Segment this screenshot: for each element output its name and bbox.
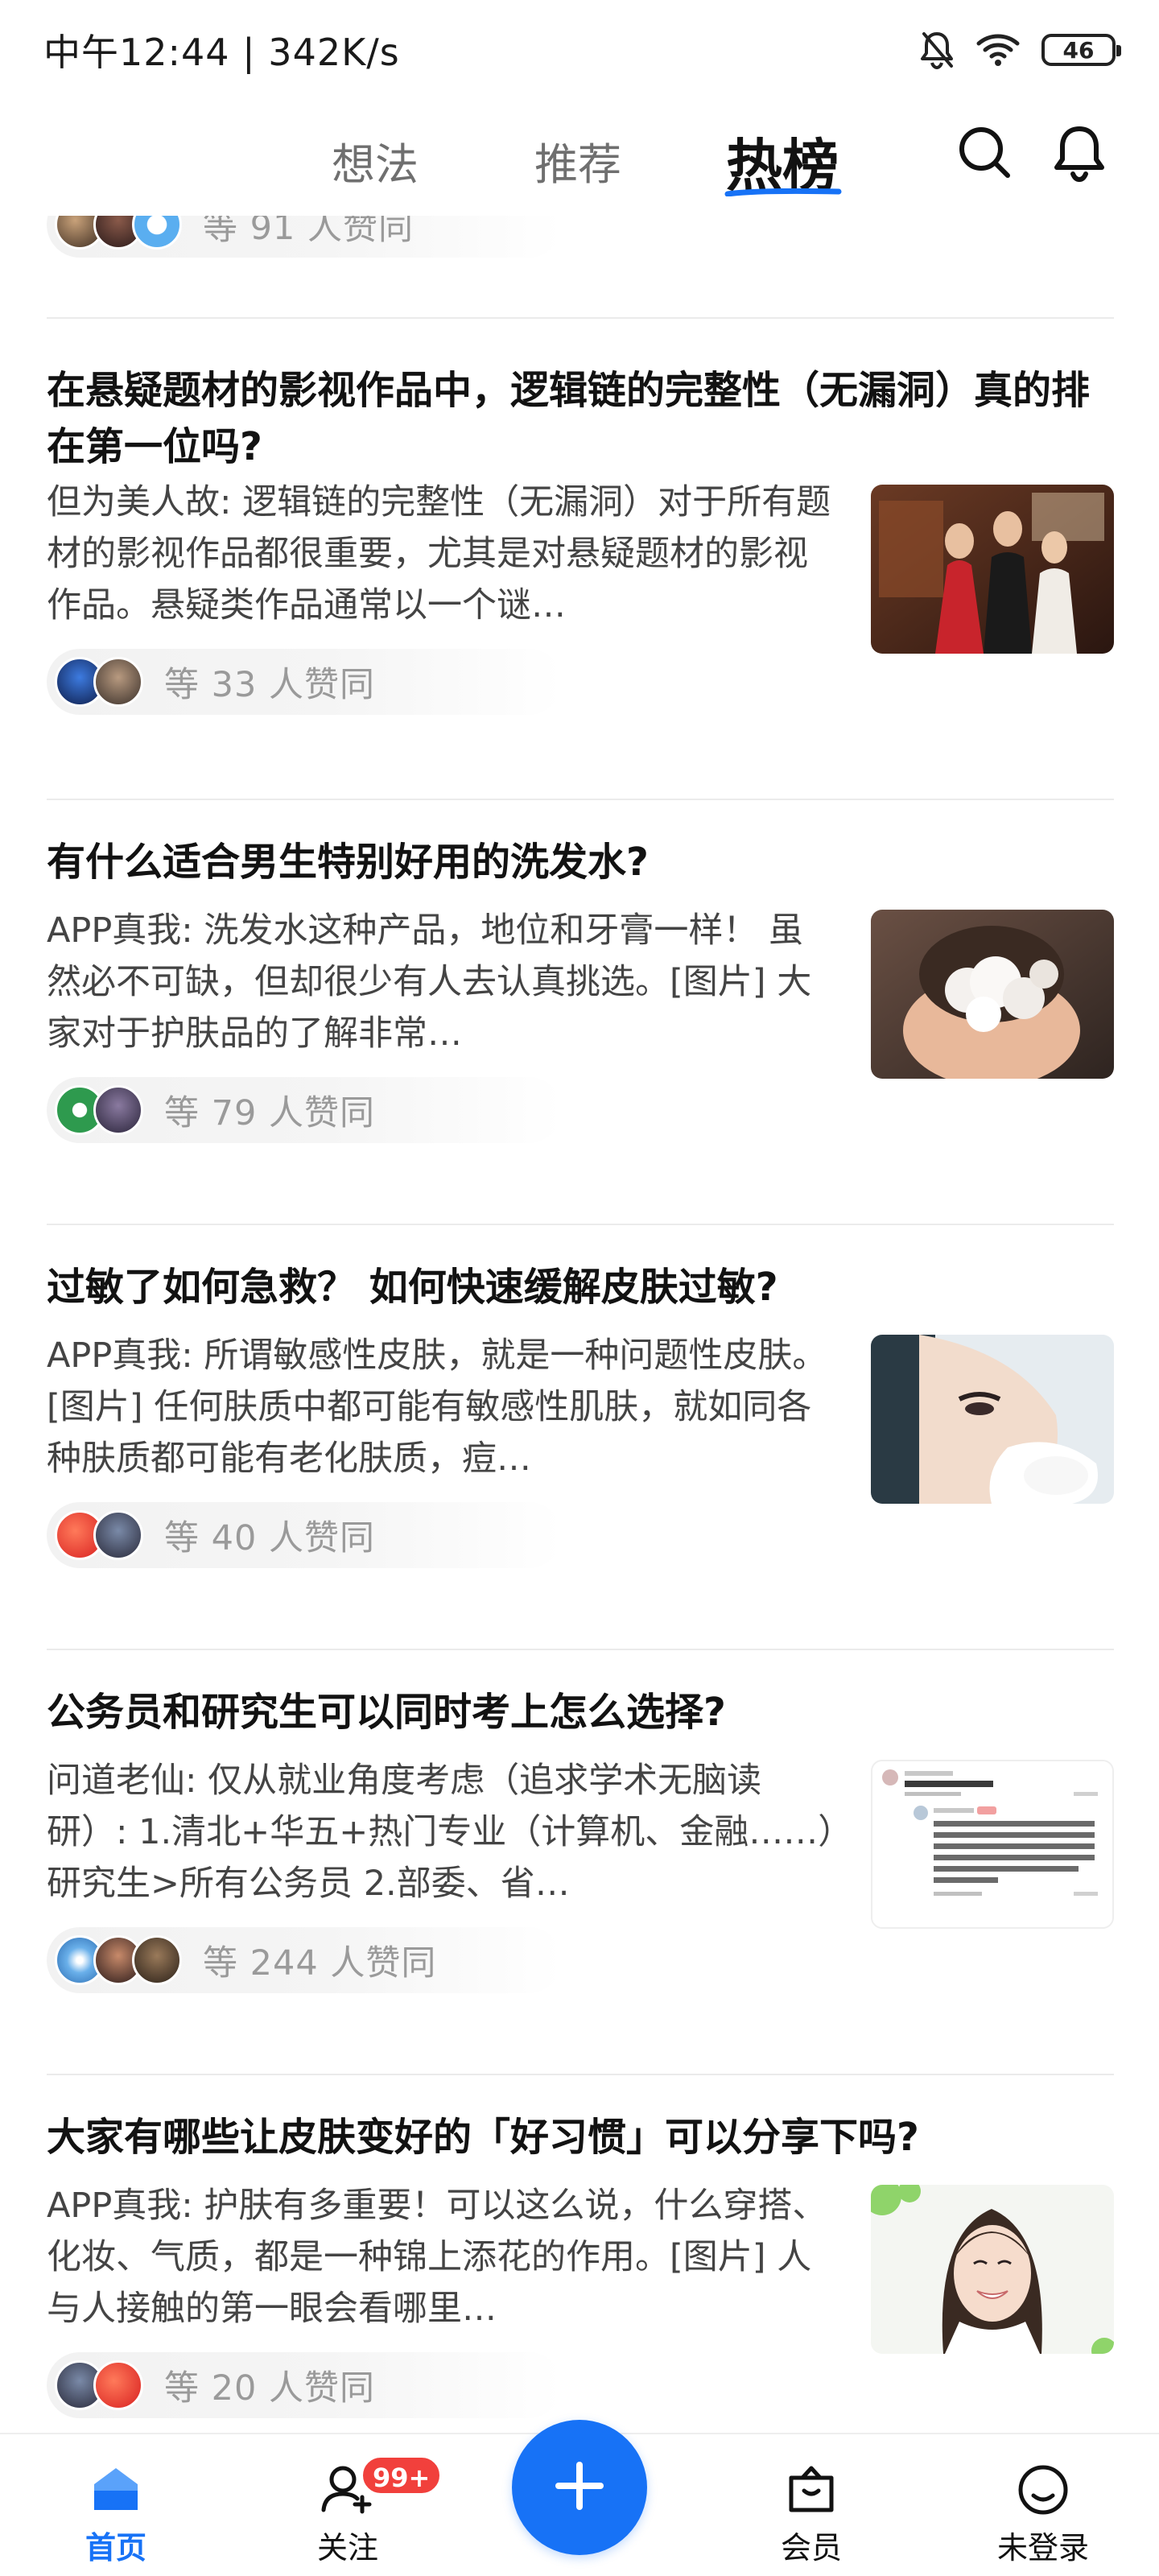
feed-card[interactable]: 在悬疑题材的影视作品中，逻辑链的完整性（无漏洞）真的排在第一位吗? 但为美人故:…: [0, 317, 1159, 742]
feed-card[interactable]: 大家有哪些让皮肤变好的「好习惯」可以分享下吗? APP真我: 护肤有多重要！可以…: [0, 2074, 1159, 2433]
comment-screenshot-thumbnail[interactable]: [871, 1760, 1114, 1929]
face-cleansing-thumbnail[interactable]: [871, 1335, 1114, 1504]
likes-pill: 等 33 人赞同: [47, 649, 562, 715]
notification-badge: 99+: [361, 2455, 443, 2496]
nav-profile[interactable]: 未登录: [971, 2434, 1116, 2576]
hot-list-feed[interactable]: 等 91 人赞同 在悬疑题材的影视作品中，逻辑链的完整性（无漏洞）真的排在第一位…: [0, 216, 1159, 2433]
bell-icon[interactable]: [1053, 124, 1106, 185]
avatar: [93, 1510, 143, 1560]
nav-membership[interactable]: 会员: [739, 2434, 884, 2576]
question-title[interactable]: 公务员和研究生可以同时考上怎么选择?: [47, 1684, 1114, 1740]
shopping-bag-icon: [785, 2463, 838, 2518]
home-icon: [88, 2463, 144, 2518]
answer-excerpt[interactable]: APP真我: 所谓敏感性皮肤，就是一种问题性皮肤。[图片] 任何肤质中都可能有敏…: [47, 1330, 837, 1484]
likes-pill: 等 20 人赞同: [47, 2352, 562, 2418]
tab-ideas[interactable]: 想法: [332, 129, 419, 192]
likes-count: 等 33 人赞同: [164, 665, 376, 705]
likes-pill: 等 91 人赞同: [47, 216, 562, 258]
likes-count: 等 79 人赞同: [164, 1093, 376, 1133]
nav-membership-label: 会员: [780, 2530, 842, 2566]
mute-icon: [919, 31, 955, 69]
answer-excerpt[interactable]: APP真我: 洗发水这种产品，地位和牙膏一样！ 虽然必不可缺，但却很少有人去认真…: [47, 905, 837, 1059]
top-nav: 想法 推荐 热榜: [0, 100, 1159, 216]
answer-excerpt[interactable]: APP真我: 护肤有多重要！可以这么说，什么穿搭、化妆、气质，都是一种锦上添花的…: [47, 2180, 837, 2334]
search-icon[interactable]: [956, 124, 1013, 184]
likes-count: 等 91 人赞同: [203, 216, 415, 248]
feed-card[interactable]: 公务员和研究生可以同时考上怎么选择? 问道老仙: 仅从就业角度考虑（追求学术无脑…: [0, 1649, 1159, 2074]
answer-excerpt[interactable]: 但为美人故: 逻辑链的完整性（无漏洞）对于所有题材的影视作品都很重要，尤其是对悬…: [47, 477, 837, 631]
avatar: [93, 1085, 143, 1135]
nav-home[interactable]: 首页: [43, 2434, 188, 2576]
avatar: [93, 2360, 143, 2410]
question-title[interactable]: 在悬疑题材的影视作品中，逻辑链的完整性（无漏洞）真的排在第一位吗?: [47, 362, 1114, 475]
create-post-button[interactable]: [512, 2420, 647, 2555]
status-icons: 46: [919, 31, 1121, 69]
likes-pill: 等 79 人赞同: [47, 1077, 562, 1143]
active-tab-underline: [724, 188, 842, 196]
tab-recommend[interactable]: 推荐: [534, 129, 621, 192]
answer-excerpt[interactable]: 问道老仙: 仅从就业角度考虑（追求学术无脑读研）: 1.清北+华五+热门专业（计…: [47, 1755, 837, 1909]
shampoo-foam-thumbnail[interactable]: [871, 910, 1114, 1079]
status-bar: 中午12:44 | 342K/s 46: [0, 0, 1159, 100]
avatar: [93, 657, 143, 707]
smiley-profile-icon: [1017, 2463, 1070, 2520]
nav-follow-label: 关注: [316, 2530, 378, 2566]
question-title[interactable]: 大家有哪些让皮肤变好的「好习惯」可以分享下吗?: [47, 2109, 1114, 2165]
avatar: [132, 1935, 182, 1985]
wifi-icon: [975, 32, 1021, 68]
drama-scene-thumbnail[interactable]: [871, 485, 1114, 654]
plus-icon: [554, 2460, 605, 2515]
feed-card[interactable]: 有什么适合男生特别好用的洗发水? APP真我: 洗发水这种产品，地位和牙膏一样！…: [0, 799, 1159, 1224]
nav-home-label: 首页: [85, 2530, 146, 2566]
avatar: [132, 216, 182, 250]
feed-card[interactable]: 过敏了如何急救？ 如何快速缓解皮肤过敏? APP真我: 所谓敏感性皮肤，就是一种…: [0, 1224, 1159, 1649]
likes-pill: 等 40 人赞同: [47, 1502, 562, 1568]
likes-count: 等 244 人赞同: [203, 1943, 437, 1984]
smiling-woman-thumbnail[interactable]: [871, 2185, 1114, 2354]
likes-count: 等 20 人赞同: [164, 2368, 376, 2409]
likes-count: 等 40 人赞同: [164, 1518, 376, 1558]
status-time-speed: 中午12:44 | 342K/s: [43, 31, 400, 74]
question-title[interactable]: 过敏了如何急救？ 如何快速缓解皮肤过敏?: [47, 1259, 1114, 1315]
battery-indicator: 46: [1041, 34, 1121, 66]
nav-profile-label: 未登录: [996, 2530, 1089, 2566]
likes-pill: 等 244 人赞同: [47, 1927, 562, 1993]
question-title[interactable]: 有什么适合男生特别好用的洗发水?: [47, 834, 1114, 890]
nav-follow[interactable]: 99+ 关注: [275, 2434, 443, 2576]
